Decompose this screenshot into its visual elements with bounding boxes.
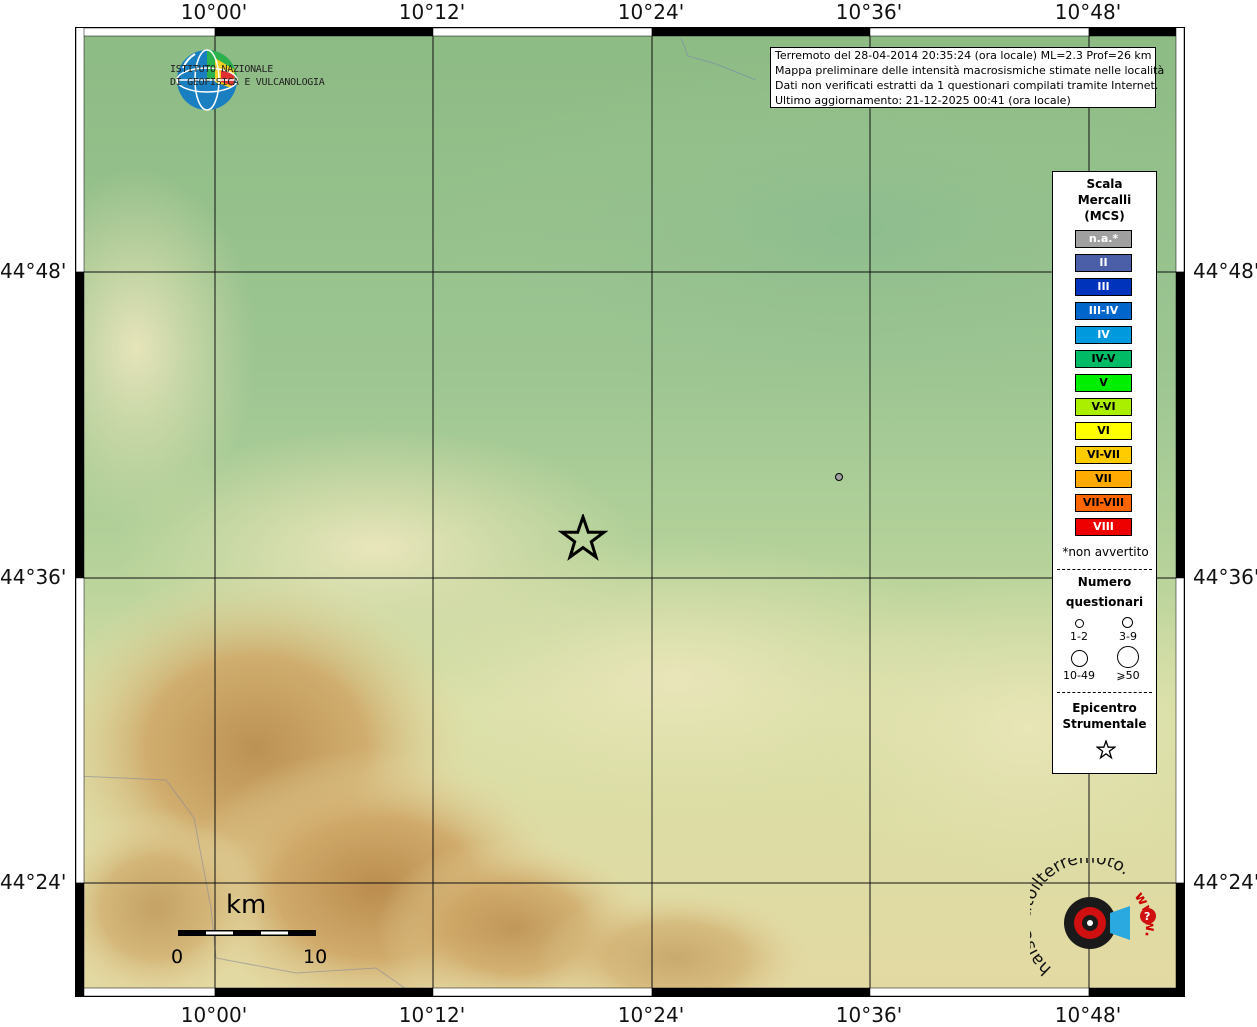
info-line3: Dati non verificati estratti da 1 questi… (775, 79, 1159, 92)
legend-divider (1057, 692, 1152, 693)
info-line1: Terremoto del 28-04-2014 20:35:24 (ora l… (775, 49, 1152, 62)
count-title-2: questionari (1065, 595, 1144, 609)
lon-label-bottom: 10°12' (398, 1003, 466, 1027)
epicenter-title-2: Strumentale (1062, 717, 1147, 731)
lat-label-left: 44°36' (0, 565, 67, 589)
legend-divider (1057, 569, 1152, 570)
mcs-legend: Scala Mercalli (MCS) n.a.* II III III-IV IV I… (1052, 171, 1157, 774)
lon-label-top: 10°48' (1054, 0, 1122, 24)
ingv-line2: DI GEOFISICA E VULCANOLOGIA (170, 77, 325, 88)
mcs-level-box: VII-VIII (1075, 494, 1132, 512)
mcs-level-box: IV (1075, 326, 1132, 344)
lat-label-left: 44°48' (0, 259, 67, 283)
mcs-level-box: IV-V (1075, 350, 1132, 368)
scale-bar (178, 930, 316, 936)
info-line2: Mappa preliminare delle intensità macros… (775, 64, 1165, 77)
mcs-level-box: V (1075, 374, 1132, 392)
mcs-level-box: V-VI (1075, 398, 1132, 416)
lon-label-top: 10°00' (180, 0, 248, 24)
legend-title-1: Scala (1086, 177, 1123, 191)
epicenter-title-1: Epicentro (1072, 701, 1137, 715)
lon-label-top: 10°24' (617, 0, 685, 24)
map-frame[interactable] (75, 27, 1185, 997)
count-label: 10-49 (1063, 669, 1095, 682)
topographic-map[interactable] (76, 28, 1184, 996)
count-label: 3-9 (1119, 630, 1137, 643)
lat-label-right: 44°36' (1193, 565, 1257, 589)
scale-min: 0 (171, 946, 184, 968)
count-symbol-medium (1122, 617, 1133, 628)
mcs-level-box: VI-VII (1075, 446, 1132, 464)
mcs-level-box: II (1075, 254, 1132, 272)
lon-label-top: 10°12' (398, 0, 466, 24)
legend-title-3: (MCS) (1084, 209, 1125, 223)
mcs-level-box: VIII (1075, 518, 1132, 536)
epicenter-star-icon[interactable] (558, 514, 609, 562)
count-label: ⩾50 (1116, 669, 1140, 682)
star-icon (1096, 740, 1116, 760)
lat-label-right: 44°24' (1193, 870, 1257, 894)
mcs-level-box: VI (1075, 422, 1132, 440)
info-line4: Ultimo aggiornamento: 21-12-2025 00:41 (… (775, 94, 1071, 107)
not-felt-note: *non avvertito (1062, 545, 1149, 559)
lon-label-bottom: 10°00' (180, 1003, 248, 1027)
ingv-name: ISTITUTO NAZIONALE DI GEOFISICA E VULCAN… (170, 63, 325, 89)
mcs-level-box: III-IV (1075, 302, 1132, 320)
lat-label-left: 44°24' (0, 870, 67, 894)
ingv-line1: ISTITUTO NAZIONALE (170, 64, 273, 75)
lon-label-bottom: 10°24' (617, 1003, 685, 1027)
mcs-level-box: VII (1075, 470, 1132, 488)
count-symbol-xlarge (1117, 646, 1139, 668)
lon-label-bottom: 10°48' (1054, 1003, 1122, 1027)
lon-label-bottom: 10°36' (835, 1003, 903, 1027)
scale-unit: km (226, 890, 267, 920)
count-symbol-small (1075, 619, 1084, 628)
legend-title-2: Mercalli (1077, 193, 1132, 207)
haisentito-logo[interactable]: haisentitoilterremoto.it www. ? (1030, 858, 1170, 983)
scale-max: 10 (303, 946, 328, 968)
count-symbol-large (1071, 650, 1088, 667)
count-label: 1-2 (1070, 630, 1088, 643)
svg-text:?: ? (1144, 910, 1150, 923)
lat-label-right: 44°48' (1193, 259, 1257, 283)
count-title-1: Numero (1077, 575, 1132, 589)
mcs-level-box: n.a.* (1075, 230, 1132, 248)
lon-label-top: 10°36' (835, 0, 903, 24)
earthquake-info-box: Terremoto del 28-04-2014 20:35:24 (ora l… (770, 47, 1165, 108)
mcs-level-box: III (1075, 278, 1132, 296)
